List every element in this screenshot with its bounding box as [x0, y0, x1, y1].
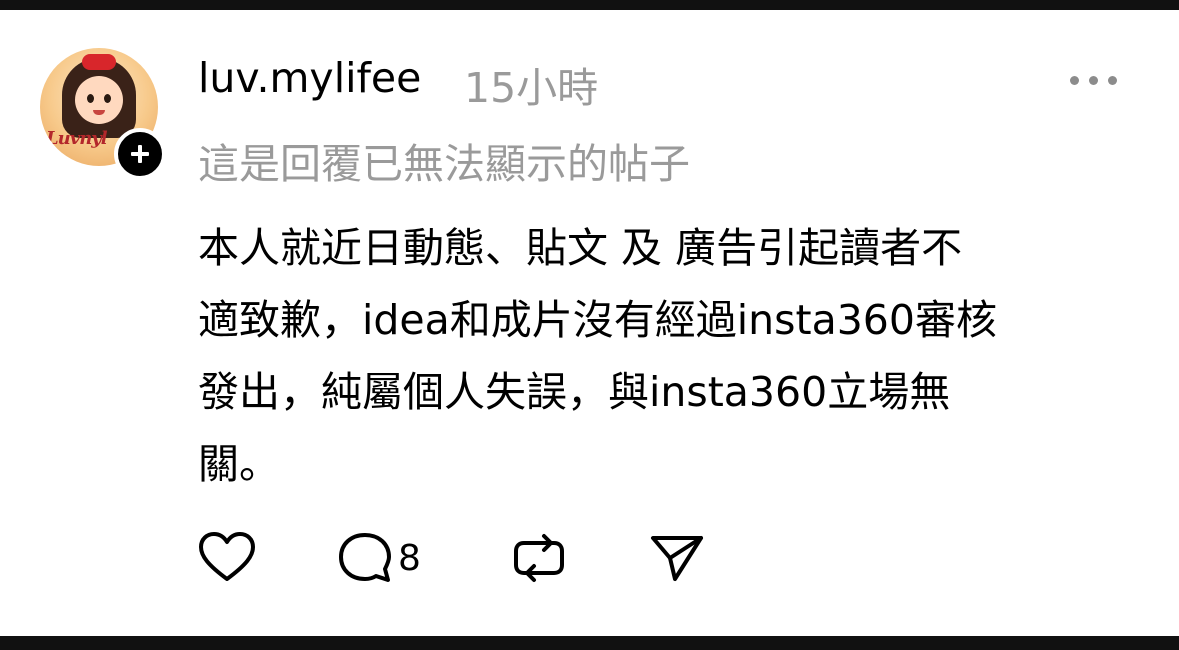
repost-icon [514, 534, 564, 582]
more-horizontal-icon [1070, 75, 1079, 85]
avatar-face [75, 76, 123, 124]
plus-icon [131, 145, 149, 163]
post-body-line: 本人就近日動態、貼文 及 廣告引起讀者不 [198, 224, 963, 272]
like-button[interactable] [198, 528, 256, 588]
send-icon [651, 536, 703, 581]
more-dot [1089, 75, 1098, 85]
post-time: 15小時 [464, 64, 599, 112]
avatar-eye-left [87, 94, 94, 103]
post-body: 本人就近日動態、貼文 及 廣告引起讀者不 適致歉，idea和成片沒有經過inst… [198, 212, 1128, 500]
avatar-eye-right [104, 94, 111, 103]
follow-button[interactable] [114, 128, 166, 180]
comment-bubble-icon [339, 533, 391, 582]
action-bar: 8 [198, 528, 758, 588]
post-body-line: 關。 [198, 440, 280, 488]
avatar-logo-text: Luvnyl [46, 128, 108, 149]
repost-button[interactable] [510, 528, 568, 588]
comment-button[interactable]: 8 [336, 528, 421, 588]
comment-count: 8 [398, 537, 421, 579]
reply-unavailable-note[interactable]: 這是回覆已無法顯示的帖子 [198, 130, 690, 190]
username[interactable]: luv.mylifee [198, 54, 421, 102]
post-body-line: 發出，純屬個人失誤，與insta360立場無 [198, 368, 951, 416]
avatar-bow [82, 54, 116, 70]
more-menu-button[interactable] [1070, 70, 1130, 90]
post-body-line: 適致歉，idea和成片沒有經過insta360審核 [198, 296, 997, 344]
more-dot [1108, 75, 1117, 85]
share-button[interactable] [648, 528, 706, 588]
heart-icon [199, 532, 255, 581]
post-card: Luvnyl luv.mylifee 15小時 這是回覆已無法顯示的帖子 本人就… [0, 10, 1179, 636]
